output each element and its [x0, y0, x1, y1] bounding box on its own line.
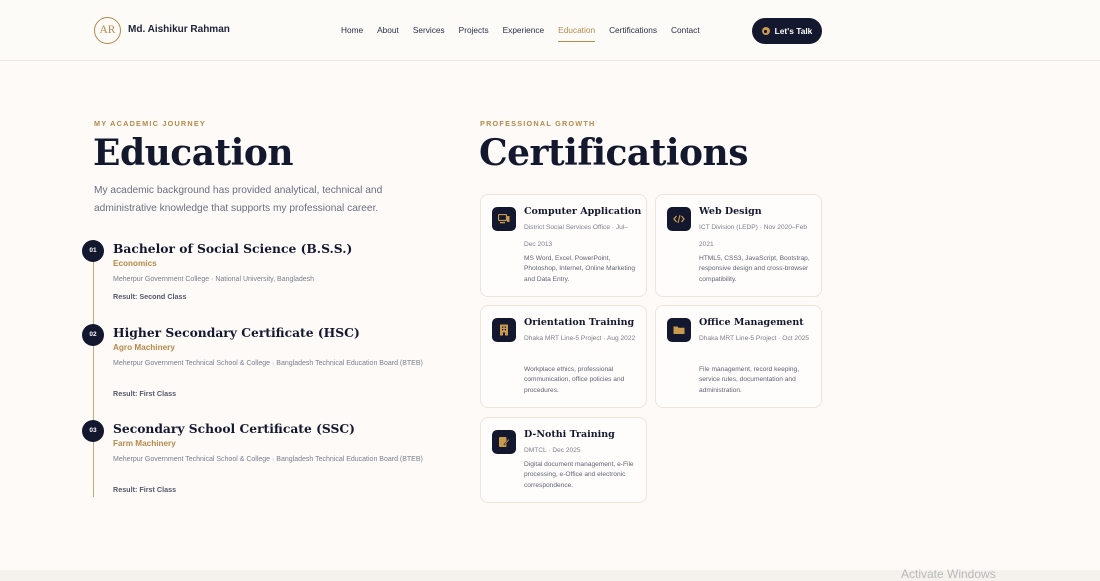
step-badge: 02 [82, 324, 104, 346]
code-icon [667, 207, 691, 231]
computer-icon [492, 207, 516, 231]
education-eyebrow: MY ACADEMIC JOURNEY [94, 119, 206, 128]
step-badge: 03 [82, 420, 104, 442]
cert-title: Office Management [699, 317, 804, 328]
degree-result: Result: Second Class [113, 292, 187, 301]
degree-institution: Meherpur Government College · National U… [113, 276, 315, 283]
nav-experience[interactable]: Experience [503, 25, 545, 45]
building-icon [492, 318, 516, 342]
cert-description: HTML5, CSS3, JavaScript, Bootstrap, resp… [699, 255, 810, 283]
education-intro: My academic background has provided anal… [94, 185, 383, 214]
degree-result: Result: First Class [113, 485, 177, 494]
os-activation-watermark: Activate Windows [901, 567, 996, 581]
main-nav: Home About Services Projects Experience … [341, 25, 714, 45]
lets-talk-label: Let's Talk [774, 26, 813, 36]
education-title: Education [93, 132, 294, 174]
cert-title: Computer Application [524, 206, 642, 217]
site-header: AR Md. Aishikur Rahman Home About Servic… [0, 0, 1100, 61]
nav-certifications[interactable]: Certifications [609, 25, 657, 45]
cert-card: Orientation Training Dhaka MRT Line-5 Pr… [480, 305, 647, 408]
nav-education[interactable]: Education [558, 25, 595, 45]
step-badge: 01 [82, 240, 104, 262]
cert-meta: District Social Services Office · Jul–De… [524, 224, 628, 248]
cert-description: Digital document management, e-File proc… [524, 461, 634, 489]
degree-title: Bachelor of Social Science (B.S.S.) [113, 241, 353, 256]
file-edit-icon [492, 430, 516, 454]
cert-title: D-Nothi Training [524, 429, 615, 440]
degree-result: Result: First Class [113, 389, 177, 398]
cert-description: MS Word, Excel, PowerPoint, Photoshop, I… [524, 255, 636, 283]
timeline-line [93, 255, 94, 497]
certifications-title: Certifications [479, 132, 749, 174]
cert-meta: DMTCL · Dec 2025 [524, 447, 581, 454]
cert-meta: Dhaka MRT Line-5 Project · Oct 2025 [699, 335, 810, 342]
cert-title: Orientation Training [524, 317, 635, 328]
degree-field: Economics [113, 259, 157, 268]
degree-institution: Meherpur Government Technical School & C… [113, 360, 423, 367]
degree-field: Farm Machinery [113, 439, 176, 448]
chat-icon [761, 27, 770, 35]
lets-talk-button[interactable]: Let's Talk [752, 18, 822, 44]
nav-projects[interactable]: Projects [459, 25, 489, 45]
degree-institution: Meherpur Government Technical School & C… [113, 456, 423, 463]
cert-card: D-Nothi Training DMTCL · Dec 2025 Digita… [480, 417, 647, 503]
cert-description: File management, record keeping, service… [699, 366, 800, 394]
degree-title: Secondary School Certificate (SSC) [113, 421, 356, 436]
folder-icon [667, 318, 691, 342]
cert-meta: Dhaka MRT Line-5 Project · Aug 2022 [524, 335, 636, 342]
nav-about[interactable]: About [377, 25, 399, 45]
nav-services[interactable]: Services [413, 25, 445, 45]
logo-mark[interactable]: AR [94, 17, 121, 44]
cert-card: Web Design ICT Division (LEDP) · Nov 202… [655, 194, 822, 297]
cert-title: Web Design [699, 206, 762, 217]
cert-card: Office Management Dhaka MRT Line-5 Proje… [655, 305, 822, 408]
nav-contact[interactable]: Contact [671, 25, 700, 45]
cert-card: Computer Application District Social Ser… [480, 194, 647, 297]
degree-field: Agro Machinery [113, 343, 175, 352]
cert-description: Workplace ethics, professional communica… [524, 366, 625, 394]
nav-home[interactable]: Home [341, 25, 363, 45]
certifications-eyebrow: PROFESSIONAL GROWTH [480, 119, 596, 128]
cert-meta: ICT Division (LEDP) · Nov 2020–Feb 2021 [699, 224, 807, 248]
degree-title: Higher Secondary Certificate (HSC) [113, 325, 360, 340]
logo-name[interactable]: Md. Aishikur Rahman [128, 24, 230, 35]
